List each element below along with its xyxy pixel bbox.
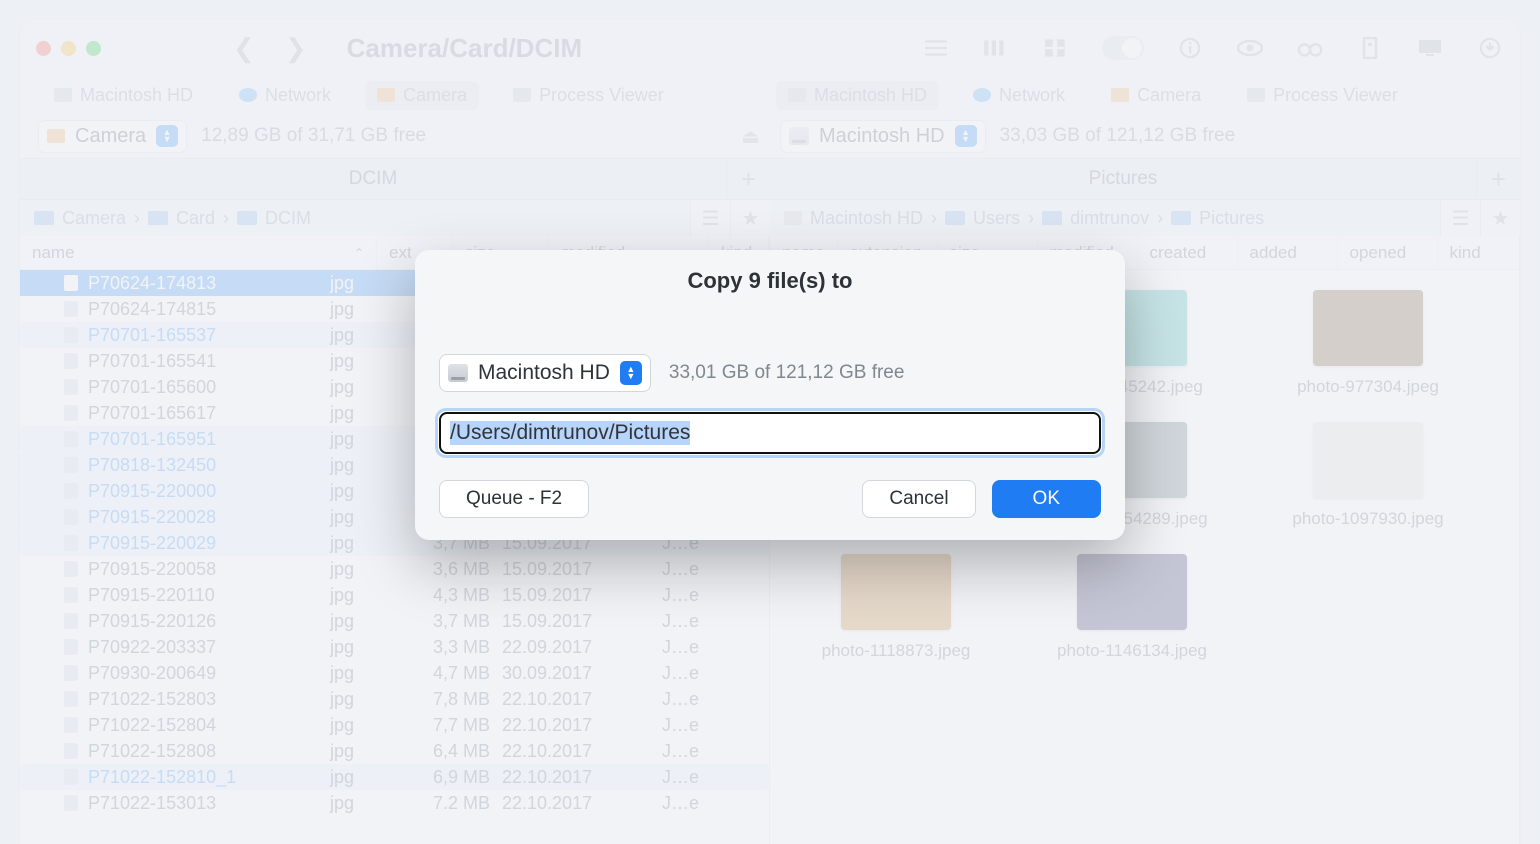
destination-path-input[interactable] xyxy=(439,412,1101,454)
ok-button[interactable]: OK xyxy=(992,480,1101,518)
disk-icon xyxy=(448,364,468,382)
dialog-volume-select[interactable]: Macintosh HD ▲▼ xyxy=(439,354,651,392)
copy-dialog: Copy 9 file(s) to Macintosh HD ▲▼ 33,01 … xyxy=(415,250,1125,540)
cancel-button[interactable]: Cancel xyxy=(862,480,975,518)
dialog-free-space: 33,01 GB of 121,12 GB free xyxy=(669,362,905,384)
dialog-title: Copy 9 file(s) to xyxy=(439,268,1101,294)
queue-button[interactable]: Queue - F2 xyxy=(439,480,589,518)
modal-overlay: Copy 9 file(s) to Macintosh HD ▲▼ 33,01 … xyxy=(0,0,1540,844)
chevron-updown-icon: ▲▼ xyxy=(620,361,642,385)
